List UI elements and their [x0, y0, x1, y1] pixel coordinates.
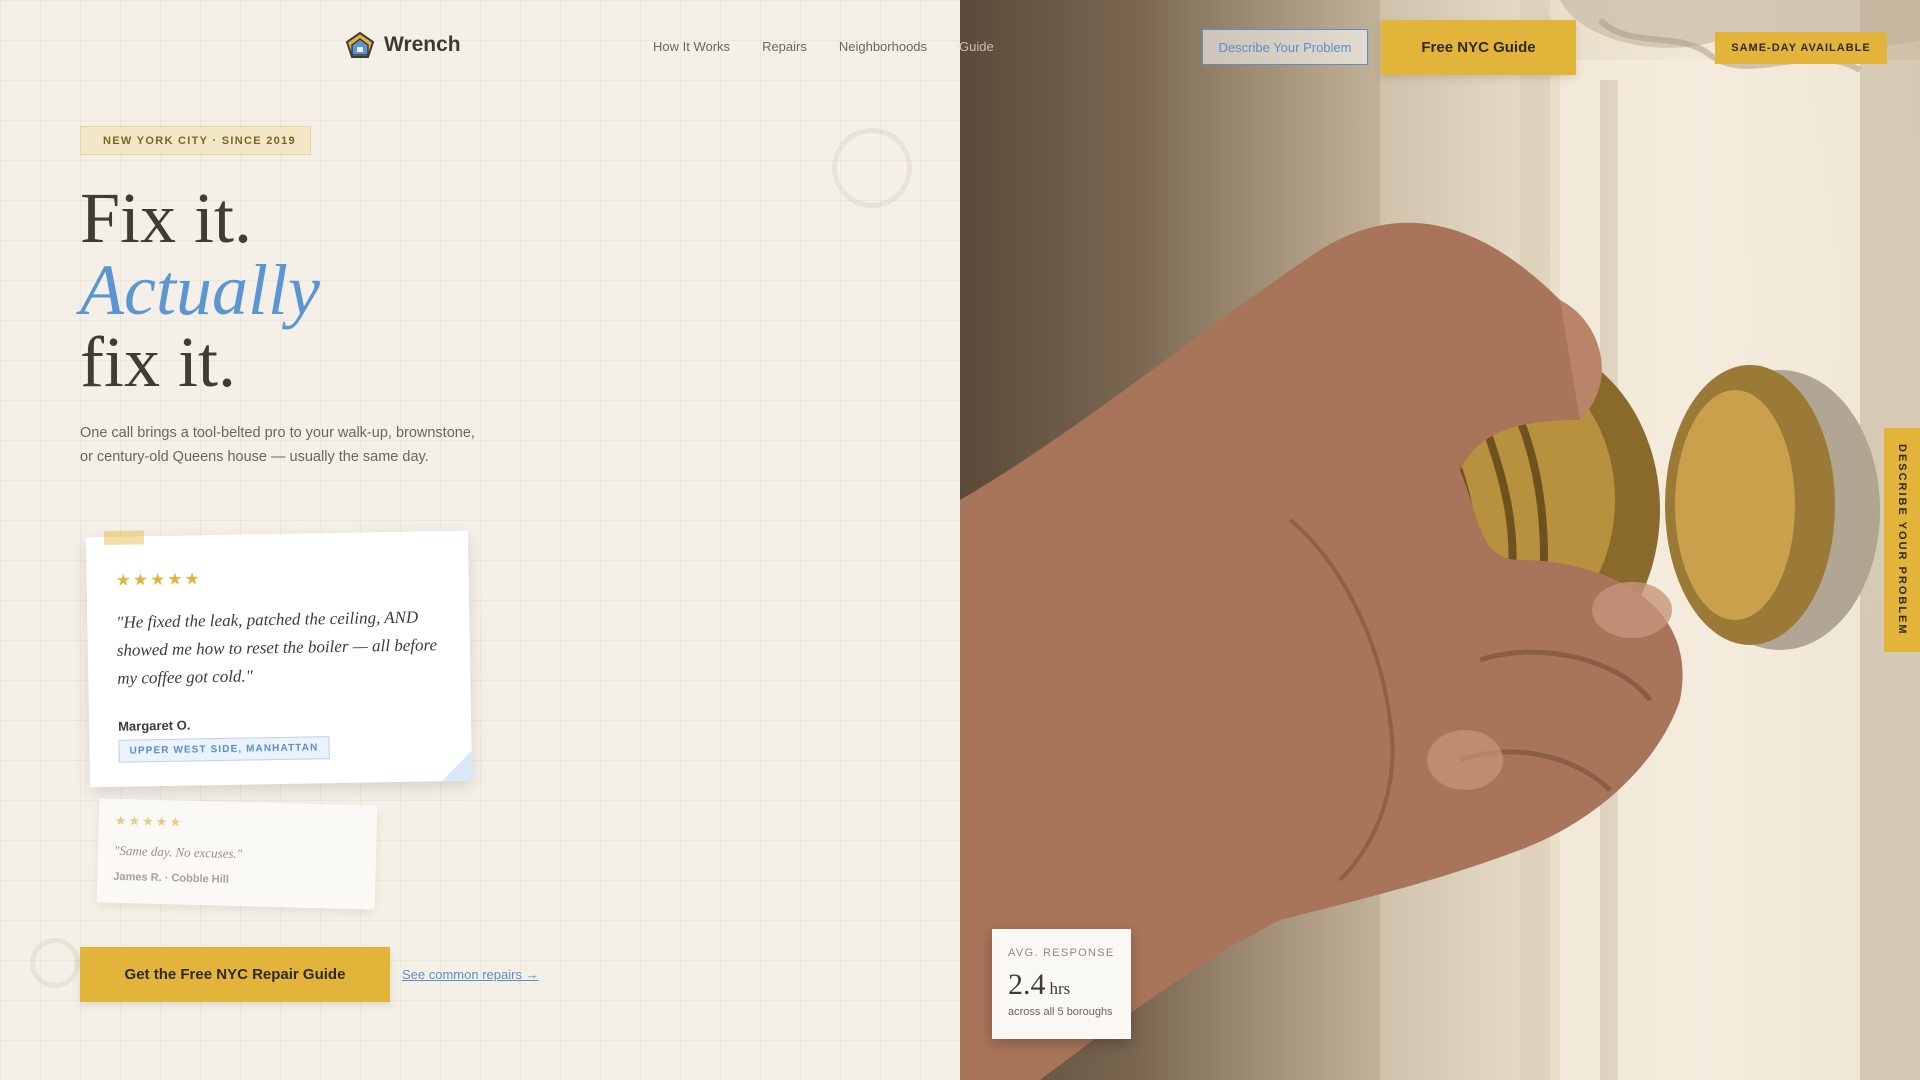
testimonial-author: James R. · Cobble Hill: [113, 870, 230, 886]
stat-note: across all 5 boroughs: [1008, 1006, 1113, 1018]
hero-headline: Fix it. Actually fix it.: [80, 182, 320, 398]
testimonial-card-secondary: ★★★★★ "Same day. No excuses." James R. ·…: [96, 798, 378, 910]
stat-unit: hrs: [1049, 979, 1071, 998]
location-tag-text: NEW YORK CITY · SINCE 2019: [103, 134, 296, 147]
hero-photo-door-knob: [960, 0, 1920, 1080]
wrench-house-logo-icon: [346, 32, 374, 58]
nav-item-guide[interactable]: Guide: [959, 39, 994, 54]
testimonial-quote: "Same day. No excuses.": [113, 842, 243, 862]
describe-problem-side-tab[interactable]: DESCRIBE YOUR PROBLEM: [1884, 428, 1920, 652]
side-tab-label: DESCRIBE YOUR PROBLEM: [1896, 444, 1908, 636]
hero-subtext: One call brings a tool-belted pro to you…: [80, 425, 475, 465]
star-rating-icon: ★★★★★: [115, 569, 202, 590]
brand-name: Wrench: [384, 33, 461, 56]
testimonial-quote: "He fixed the leak, patched the ceiling,…: [116, 607, 438, 688]
testimonial-card: ★★★★★ "He fixed the leak, patched the ce…: [85, 530, 473, 788]
nav-item-neighborhoods[interactable]: Neighborhoods: [839, 39, 927, 54]
testimonial-location-badge: UPPER WEST SIDE, MANHATTAN: [118, 736, 330, 763]
get-repair-guide-button[interactable]: Get the Free NYC Repair Guide: [80, 947, 390, 1002]
location-tag: NEW YORK CITY · SINCE 2019: [80, 126, 311, 155]
stat-value: 2.4: [1008, 968, 1046, 1001]
testimonial-author: Margaret O.: [118, 717, 191, 734]
describe-problem-button[interactable]: Describe Your Problem: [1202, 29, 1368, 65]
same-day-badge: SAME-DAY AVAILABLE: [1715, 32, 1887, 64]
logo[interactable]: Wrench: [346, 32, 461, 58]
headline-line-2: Actually: [80, 250, 320, 330]
main-nav: How It Works Repairs Neighborhoods Guide: [653, 39, 994, 54]
free-nyc-guide-button[interactable]: Free NYC Guide: [1381, 20, 1576, 75]
page-fold-decoration: [441, 750, 473, 782]
star-rating-icon: ★★★★★: [114, 812, 184, 830]
headline-line-3: fix it.: [80, 322, 236, 402]
tape-decoration: [103, 530, 144, 546]
decorative-circle: [30, 938, 80, 988]
avg-response-card: AVG. RESPONSE 2.4 hrs across all 5 boroug…: [992, 929, 1131, 1039]
see-common-repairs-link[interactable]: See common repairs →: [402, 967, 539, 982]
stat-label: AVG. RESPONSE: [1008, 947, 1115, 959]
headline-line-1: Fix it.: [80, 178, 253, 258]
nav-item-repairs[interactable]: Repairs: [762, 39, 807, 54]
decorative-circle: [832, 128, 912, 208]
nav-item-how-it-works[interactable]: How It Works: [653, 39, 730, 54]
stat-value-row: 2.4 hrs: [1008, 968, 1115, 1002]
